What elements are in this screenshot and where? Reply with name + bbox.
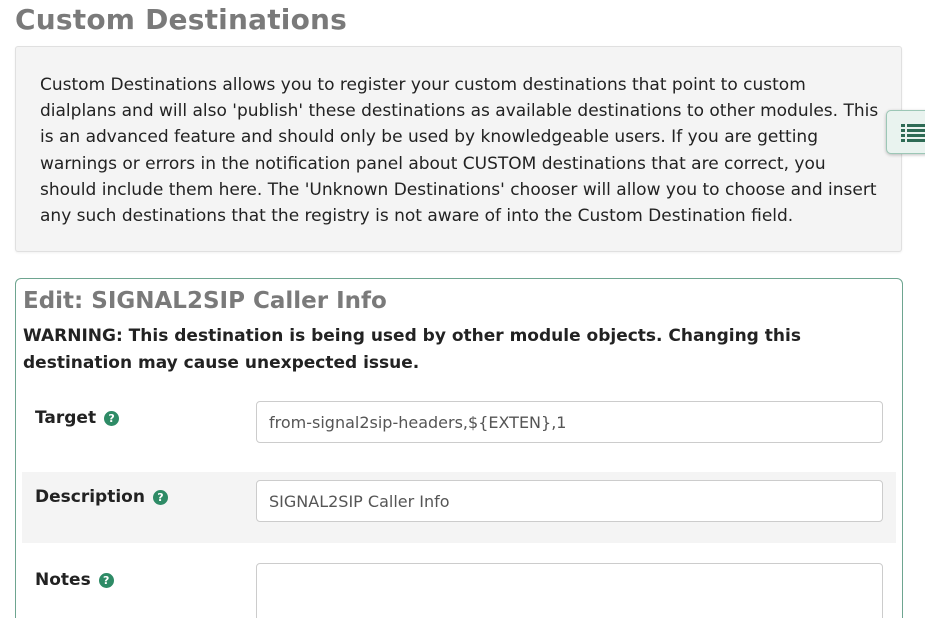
target-input[interactable] <box>256 401 883 443</box>
question-circle-icon[interactable]: ? <box>152 490 168 505</box>
notes-textarea[interactable] <box>256 563 883 618</box>
target-label: Target? <box>35 406 120 430</box>
notes-label: Notes? <box>35 568 114 592</box>
form-row-target: Target? <box>22 393 896 464</box>
description-label: Description? <box>35 485 168 509</box>
notes-label-text: Notes <box>35 570 91 590</box>
question-circle-icon[interactable]: ? <box>98 573 114 588</box>
description-input[interactable] <box>256 480 883 522</box>
page: Custom Destinations Custom Destinations … <box>0 0 925 618</box>
edit-panel: Edit: SIGNAL2SIP Caller Info WARNING: Th… <box>15 278 903 618</box>
info-text: Custom Destinations allows you to regist… <box>40 75 879 227</box>
warning-message: WARNING: This destination is being used … <box>23 326 801 373</box>
target-label-text: Target <box>35 408 97 428</box>
form-row-description: Description? <box>22 472 896 543</box>
info-box: Custom Destinations allows you to regist… <box>15 46 902 252</box>
question-circle-icon[interactable]: ? <box>104 411 120 426</box>
form-row-notes: Notes? <box>22 555 896 618</box>
fixed-sidebar-toggle-button[interactable] <box>886 110 925 154</box>
page-title: Custom Destinations <box>15 3 348 36</box>
edit-title: Edit: SIGNAL2SIP Caller Info <box>23 288 387 314</box>
list-icon <box>901 124 925 142</box>
description-label-text: Description <box>35 487 145 507</box>
